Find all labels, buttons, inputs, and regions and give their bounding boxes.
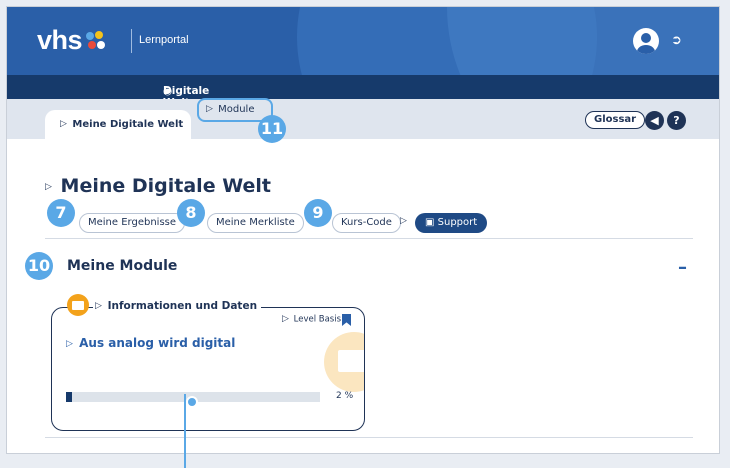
- user-avatar-icon[interactable]: [633, 28, 659, 54]
- help-icon[interactable]: ?: [667, 111, 686, 130]
- folder-category-icon: [67, 294, 89, 316]
- play-circle-icon: ▷: [95, 301, 102, 311]
- annotation-badge-7: 7: [47, 199, 75, 227]
- play-circle-icon[interactable]: ▷: [45, 182, 52, 192]
- play-circle-icon[interactable]: ▷: [400, 216, 407, 226]
- page-title-text: Meine Digitale Welt: [60, 175, 271, 197]
- level-label: ▷ Level Basis: [282, 314, 341, 325]
- bookmark-icon[interactable]: [342, 314, 351, 326]
- logo-dots-icon: [85, 30, 107, 52]
- support-button[interactable]: ▣ Support: [415, 213, 488, 233]
- progress-fill: [66, 392, 73, 402]
- annotation-badge-11: 11: [258, 115, 286, 143]
- module-category-text: Informationen und Daten: [107, 300, 258, 312]
- meine-ergebnisse-button[interactable]: Meine Ergebnisse: [79, 213, 186, 233]
- avatar-body: [637, 45, 655, 54]
- play-circle-icon: ▷: [60, 119, 67, 129]
- annotation-badge-9: 9: [304, 199, 332, 227]
- play-circle-icon: ▷: [206, 104, 213, 114]
- annotation-badge-10: 10: [25, 252, 53, 280]
- annotation-badge-8: 8: [177, 199, 205, 227]
- tab-bar: ▷ Meine Digitale Welt ▷ Module Glossar ◀…: [7, 98, 719, 139]
- module-title[interactable]: ▷ Aus analog wird digital: [66, 336, 235, 350]
- annotation-pointer-line: [184, 394, 186, 468]
- support-label: Support: [437, 217, 478, 228]
- portal-label: Lernportal: [139, 34, 189, 46]
- kurs-code-button[interactable]: Kurs-Code: [332, 213, 401, 233]
- glossar-button[interactable]: Glossar: [585, 111, 646, 129]
- top-header: vhs Lernportal ➲: [7, 7, 719, 75]
- play-circle-icon: ▷: [66, 338, 73, 349]
- progress-percent: 2 %: [336, 391, 354, 401]
- meine-merkliste-button[interactable]: Meine Merkliste: [207, 213, 304, 233]
- module-card[interactable]: ▷ Level Basis ▷ Aus analog wird digital …: [51, 307, 365, 431]
- speaker-icon[interactable]: ◀: [645, 111, 664, 130]
- chat-icon: ▣: [425, 217, 435, 228]
- play-circle-icon: ▷: [282, 314, 289, 324]
- tab-label: Module: [218, 104, 255, 115]
- tab-meine-digitale-welt[interactable]: ▷ Meine Digitale Welt: [45, 110, 191, 139]
- folder-info-icon: [324, 332, 364, 392]
- module-title-text: Aus analog wird digital: [79, 336, 236, 350]
- module-category: ▷ Informationen und Daten: [93, 300, 262, 312]
- logout-icon[interactable]: ➲: [671, 33, 682, 48]
- divider: [45, 437, 693, 438]
- collapse-icon[interactable]: –: [678, 257, 687, 278]
- vhs-logo[interactable]: vhs: [37, 25, 107, 56]
- section-title: Meine Module: [67, 258, 178, 274]
- level-text: Level Basis: [293, 314, 342, 325]
- annotation-pointer-dot: [186, 396, 198, 408]
- breadcrumb: ◉ Digitale Welt: [7, 75, 719, 109]
- logo-separator: [131, 29, 132, 53]
- page-title: ▷ Meine Digitale Welt: [45, 175, 271, 197]
- logo-text: vhs: [37, 25, 83, 55]
- tab-label: Meine Digitale Welt: [72, 119, 184, 130]
- divider: [45, 238, 693, 239]
- app-window: vhs Lernportal ➲ ◉ Digitale Welt ▷ Meine…: [6, 6, 720, 454]
- avatar-head: [641, 33, 651, 43]
